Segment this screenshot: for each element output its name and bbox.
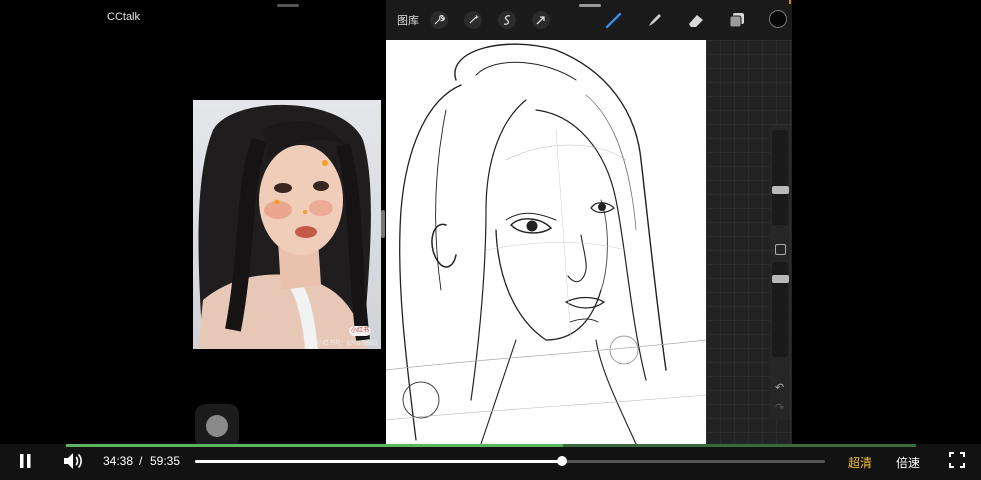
current-time: 34:38 <box>103 454 134 468</box>
smudge-icon[interactable] <box>645 10 665 30</box>
seek-thumb[interactable] <box>557 456 567 466</box>
redo-button[interactable]: ↷ <box>775 401 784 414</box>
time-separator: / <box>139 454 143 468</box>
seek-played <box>195 460 562 463</box>
gallery-button[interactable]: 图库 <box>397 12 419 28</box>
brush-size-thumb[interactable] <box>772 186 789 194</box>
volume-button[interactable] <box>62 451 84 471</box>
pause-icon <box>20 454 31 468</box>
fullscreen-icon <box>949 452 965 468</box>
sketch-drawing <box>386 43 706 444</box>
quality-button[interactable]: 超清 <box>848 454 872 471</box>
top-progress-played <box>66 444 563 447</box>
selection-icon[interactable] <box>498 11 516 29</box>
reference-pane: CCtalk 小红书 小红书号：677878990 <box>0 0 386 448</box>
drag-handle[interactable] <box>277 4 299 7</box>
status-indicator <box>789 0 791 4</box>
opacity-thumb[interactable] <box>772 275 789 283</box>
pause-button[interactable] <box>16 452 36 470</box>
wrench-icon[interactable] <box>430 11 448 29</box>
watermark-caption: 小红书号：677878990 <box>317 341 378 347</box>
drawing-canvas[interactable] <box>386 40 706 444</box>
total-time: 59:35 <box>150 454 181 468</box>
procreate-pane: 图库 ↶ ↷ <box>386 0 792 444</box>
drag-handle[interactable] <box>579 4 601 7</box>
speaker-icon <box>64 453 82 469</box>
modify-button[interactable] <box>775 244 786 255</box>
color-swatch-icon[interactable] <box>769 10 787 28</box>
magic-wand-icon[interactable] <box>464 11 482 29</box>
transform-arrow-icon[interactable] <box>532 11 550 29</box>
undo-button[interactable]: ↶ <box>775 381 784 394</box>
assistive-touch-dot <box>206 415 228 437</box>
layers-icon[interactable] <box>727 10 747 30</box>
watermark-badge: 小红书 <box>349 326 371 336</box>
brush-icon[interactable] <box>604 10 624 30</box>
procreate-toolbar: 图库 <box>386 0 792 40</box>
split-divider-handle[interactable] <box>381 210 385 238</box>
reference-photo[interactable]: 小红书 小红书号：677878990 <box>193 100 381 349</box>
fullscreen-button[interactable] <box>949 452 965 468</box>
app-brand: CCtalk <box>107 11 141 23</box>
speed-button[interactable]: 倍速 <box>896 454 920 471</box>
portrait-image <box>193 100 381 349</box>
eraser-icon[interactable] <box>686 10 706 30</box>
brush-size-slider[interactable] <box>772 130 788 225</box>
